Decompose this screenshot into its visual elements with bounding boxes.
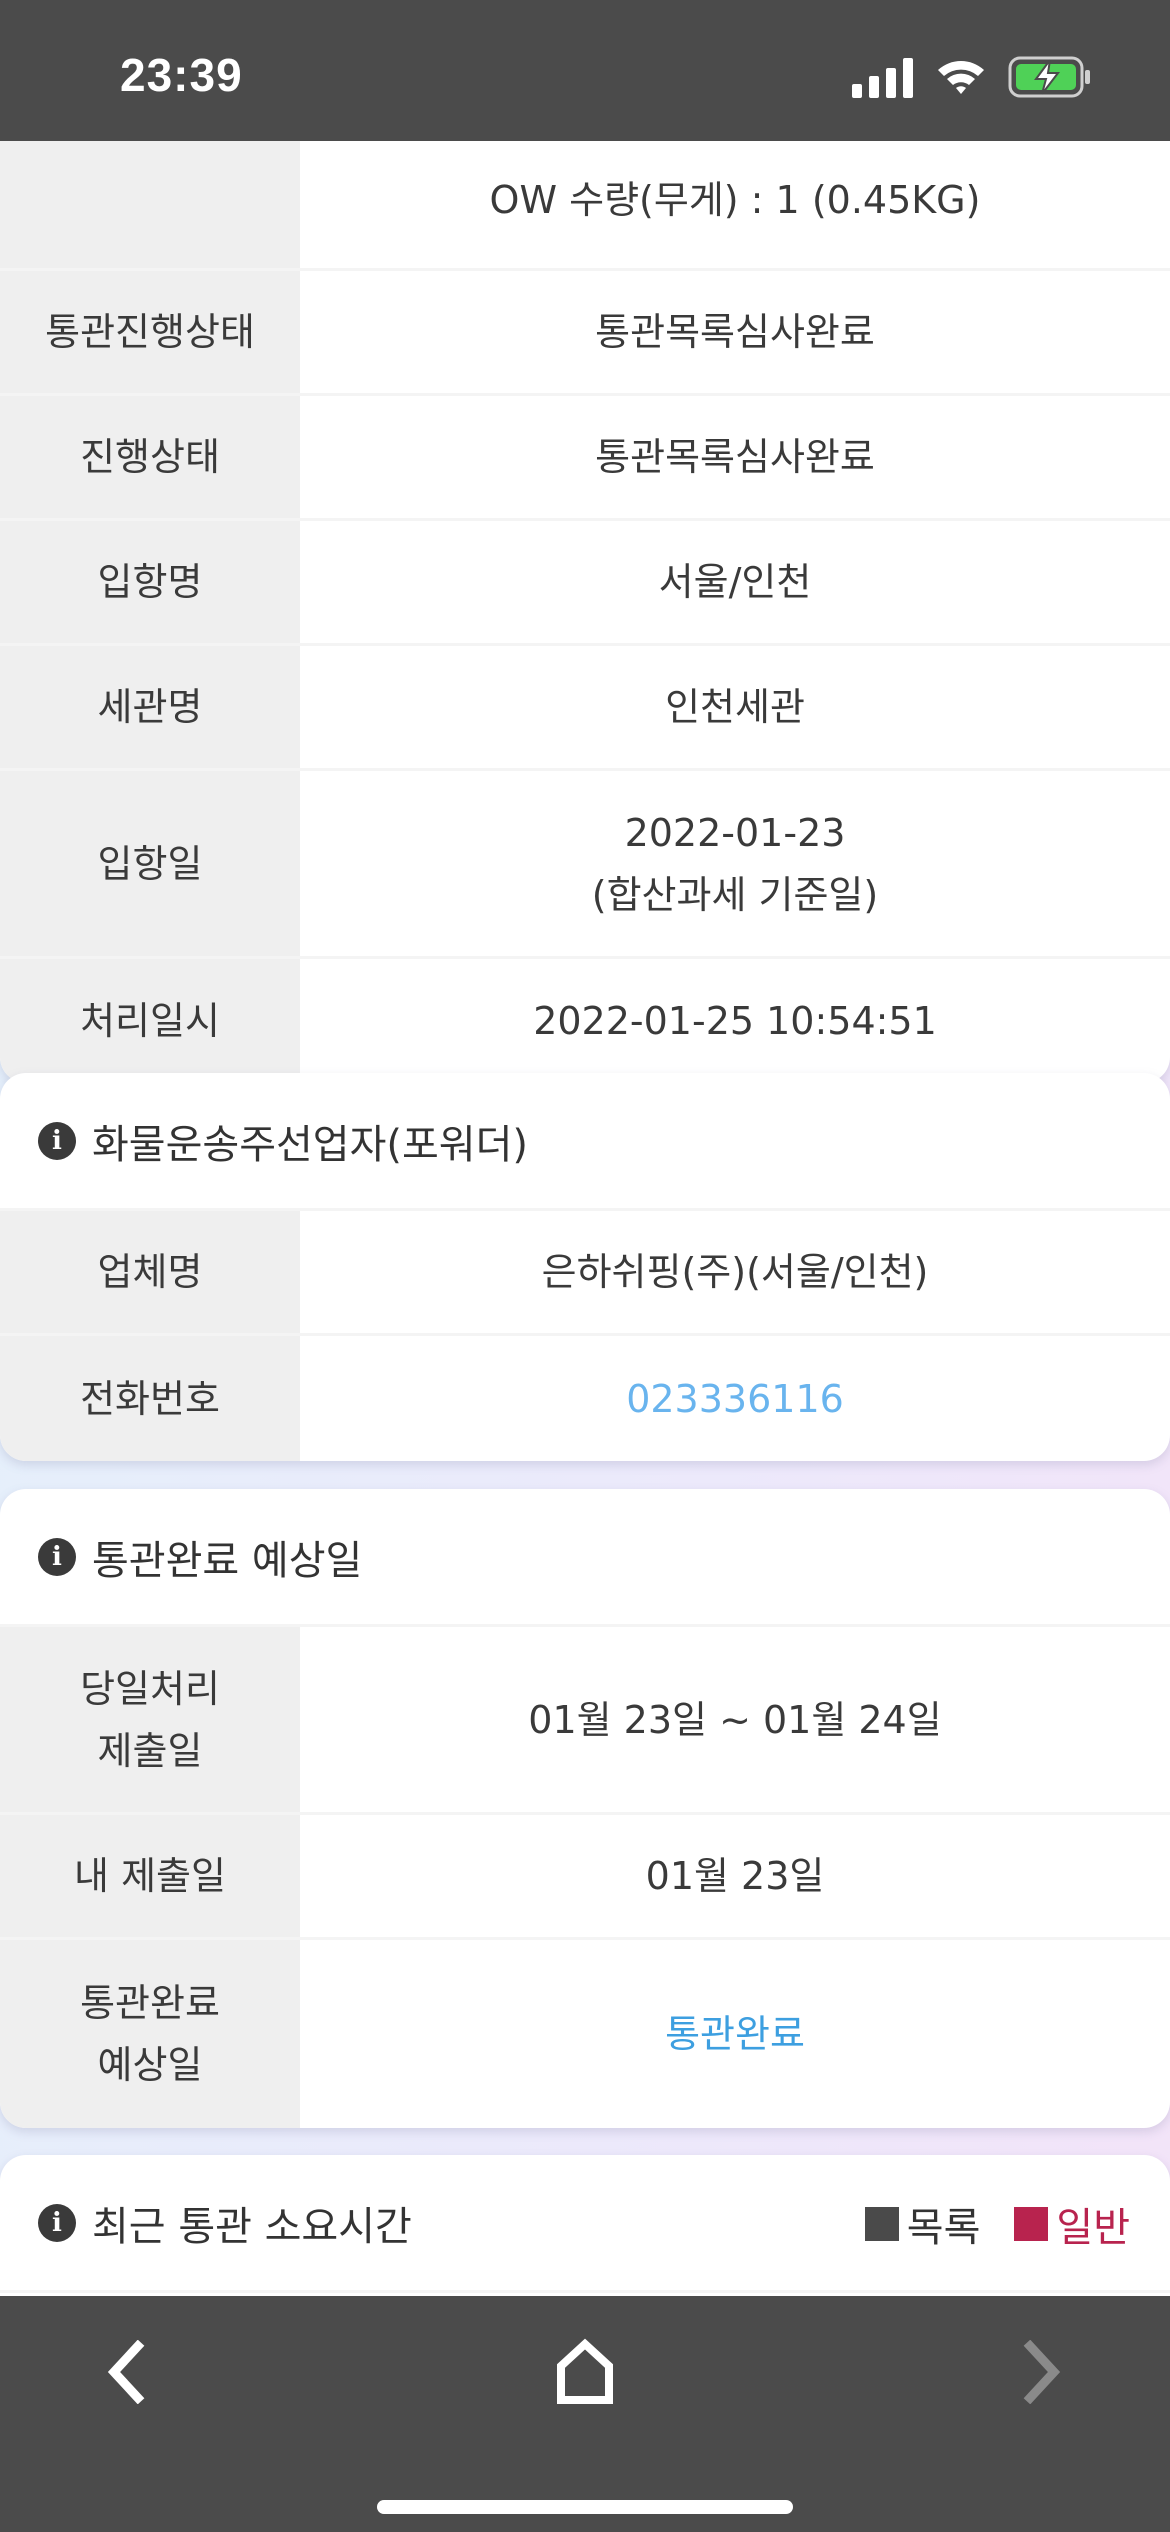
row-label: 통관진행상태 [0,271,300,393]
row-value: 01월 23일 ~ 01월 24일 [528,1697,942,1742]
card-header: i 통관완료 예상일 [0,1489,1170,1627]
row-label: 처리일시 [0,959,300,1083]
row-value: 2022-01-23 (합산과세 기준일) [300,771,1170,956]
info-icon: i [38,1537,76,1576]
table-row: 통관완료 예상일 통관완료 [0,1940,1170,2128]
row-value: 01월 23일 [645,1854,825,1898]
forwarder-card: i 화물운송주선업자(포워더) 업체명 은하쉬핑(주)(서울/인천) 전화번호 … [0,1073,1170,1461]
completion-status: 통관완료 [665,2012,805,2056]
table-row: 입항명 서울/인천 [0,521,1170,646]
row-label-line: 통관완료 [80,1981,220,2025]
row-label-line: 제출일 [97,1728,203,1773]
info-icon: i [38,1121,76,1160]
row-label: 세관명 [0,646,300,768]
card-header: i 화물운송주선업자(포워더) [0,1073,1170,1211]
row-label-line: 당일처리 [80,1666,220,1711]
legend-item-general: 일반 [1014,2195,1130,2253]
legend-swatch [1014,2207,1049,2241]
status-bar: 23:39 [0,0,1170,141]
table-row: 전화번호 023336116 [0,1336,1170,1461]
legend-label: 목록 [906,2205,981,2251]
row-label: 입항일 [0,771,300,956]
row-label: 입항명 [0,521,300,643]
row-value: OW 수량(무게) : 1 (0.45KG) [489,177,981,222]
battery-charging-icon [1008,56,1090,98]
recent-duration-card: i 최근 통관 소요시간 목록 일반 [0,2155,1170,2296]
row-value: 통관목록심사완료 [595,435,875,479]
row-value: 통관목록심사완료 [595,310,875,354]
back-arrow-icon[interactable] [104,2340,148,2404]
table-row: 입항일 2022-01-23 (합산과세 기준일) [0,771,1170,959]
row-label: 당일처리 제출일 [0,1627,300,1812]
wifi-icon [938,61,984,94]
row-value: 통관완료 [300,1940,1170,2128]
signal-icon [852,58,913,98]
table-row: 당일처리 제출일 01월 23일 ~ 01월 24일 [0,1627,1170,1815]
status-time: 23:39 [120,49,243,101]
row-value: 서울/인천 [658,560,812,604]
table-row: 진행상태 통관목록심사완료 [0,396,1170,521]
table-row: 통관진행상태 통관목록심사완료 [0,271,1170,396]
row-value: 인천세관 [665,685,805,729]
arrival-date: 2022-01-23 [624,810,846,855]
info-icon: i [38,2203,76,2242]
row-label: 진행상태 [0,396,300,518]
row-value: 023336116 [300,1336,1170,1461]
legend-swatch [864,2207,899,2241]
table-row: 세관명 인천세관 [0,646,1170,771]
customs-details-card: OW 수량(무게) : 1 (0.45KG) 통관진행상태 통관목록심사완료 진… [0,141,1170,1083]
row-label-line: 예상일 [97,2043,203,2087]
row-value: 2022-01-25 10:54:51 [533,999,937,1043]
card-title: 통관완료 예상일 [92,1537,363,1584]
content-scroll[interactable]: OW 수량(무게) : 1 (0.45KG) 통관진행상태 통관목록심사완료 진… [0,141,1170,2296]
legend-label: 일반 [1056,2205,1130,2251]
home-indicator[interactable] [377,2500,793,2514]
table-row: 업체명 은하쉬핑(주)(서울/인천) [0,1211,1170,1336]
row-label: 전화번호 [0,1336,300,1461]
table-row: OW 수량(무게) : 1 (0.45KG) [0,141,1170,271]
row-label: 내 제출일 [0,1815,300,1937]
row-value: 은하쉬핑(주)(서울/인천) [541,1250,929,1294]
card-title: 최근 통관 소요시간 [92,2203,412,2250]
expected-date-card: i 통관완료 예상일 당일처리 제출일 01월 23일 ~ 01월 24일 내 … [0,1489,1170,2128]
home-icon[interactable] [555,2338,615,2404]
card-header: i 최근 통관 소요시간 목록 일반 [0,2155,1170,2293]
row-label: 통관완료 예상일 [0,1940,300,2128]
bottom-nav-bar [0,2296,1170,2532]
phone-link[interactable]: 023336116 [626,1368,844,1430]
table-row: 처리일시 2022-01-25 10:54:51 [0,959,1170,1083]
arrival-date-note: (합산과세 기준일) [591,872,879,917]
legend-item-list: 목록 [864,2195,981,2253]
card-title: 화물운송주선업자(포워더) [92,1121,529,1168]
table-row: 내 제출일 01월 23일 [0,1815,1170,1940]
forward-arrow-icon[interactable] [1020,2340,1064,2404]
legend: 목록 일반 [831,2155,1130,2293]
row-label [0,141,300,268]
row-label: 업체명 [0,1211,300,1333]
